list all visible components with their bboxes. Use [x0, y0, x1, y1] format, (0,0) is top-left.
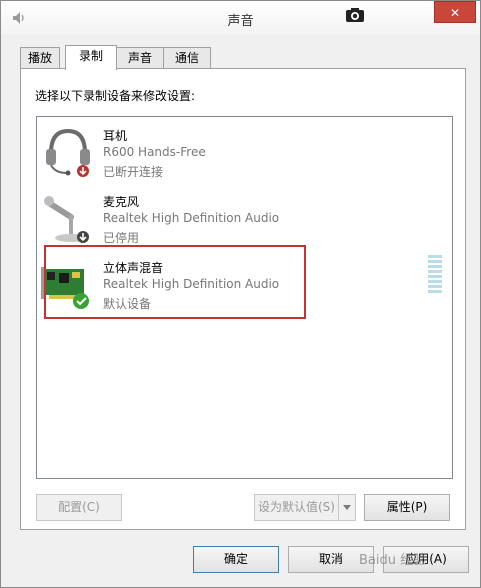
recording-panel: 选择以下录制设备来修改设置: 耳机 R600 Hands-Free 已断开连接: [20, 68, 466, 530]
instruction-text: 选择以下录制设备来修改设置:: [35, 89, 196, 103]
device-list[interactable]: 耳机 R600 Hands-Free 已断开连接 麦克风 Realtek Hig…: [36, 116, 453, 479]
device-item-headset[interactable]: 耳机 R600 Hands-Free 已断开连接: [41, 121, 441, 183]
close-button[interactable]: ✕: [434, 1, 476, 23]
device-item-microphone[interactable]: 麦克风 Realtek High Definition Audio 已停用: [41, 187, 441, 249]
configure-button[interactable]: 配置(C): [36, 494, 122, 521]
watermark: Baidu 经验: [359, 553, 427, 568]
device-driver: R600 Hands-Free: [103, 145, 206, 159]
properties-button[interactable]: 属性(P): [364, 494, 450, 521]
ok-button[interactable]: 确定: [193, 546, 279, 573]
headset-icon: [46, 128, 90, 177]
title-bar[interactable]: 声音 ✕: [1, 1, 480, 35]
tab-playback[interactable]: 播放: [20, 47, 60, 69]
window-title: 声音: [227, 14, 254, 29]
sound-dialog: 声音 ✕ 播放 录制 声音 通信 选择以下录制设备来修改设置: 耳机 R600 …: [0, 0, 481, 588]
tab-recording[interactable]: 录制: [65, 45, 117, 70]
device-status: 已停用: [103, 231, 140, 245]
microphone-icon: [44, 196, 89, 243]
device-name: 麦克风: [103, 195, 140, 209]
chevron-down-icon: [343, 505, 351, 510]
device-name: 耳机: [103, 129, 128, 143]
device-driver: Realtek High Definition Audio: [103, 211, 280, 225]
set-default-dropdown[interactable]: [338, 494, 356, 521]
close-icon: ✕: [449, 6, 461, 20]
set-default-button[interactable]: 设为默认值(S): [254, 494, 339, 521]
selection-highlight-box: [44, 245, 306, 319]
level-meter: [428, 255, 442, 293]
tab-communications[interactable]: 通信: [163, 47, 211, 69]
device-status: 已断开连接: [103, 165, 164, 179]
camera-icon[interactable]: [345, 7, 365, 23]
tab-sounds[interactable]: 声音: [116, 47, 164, 69]
